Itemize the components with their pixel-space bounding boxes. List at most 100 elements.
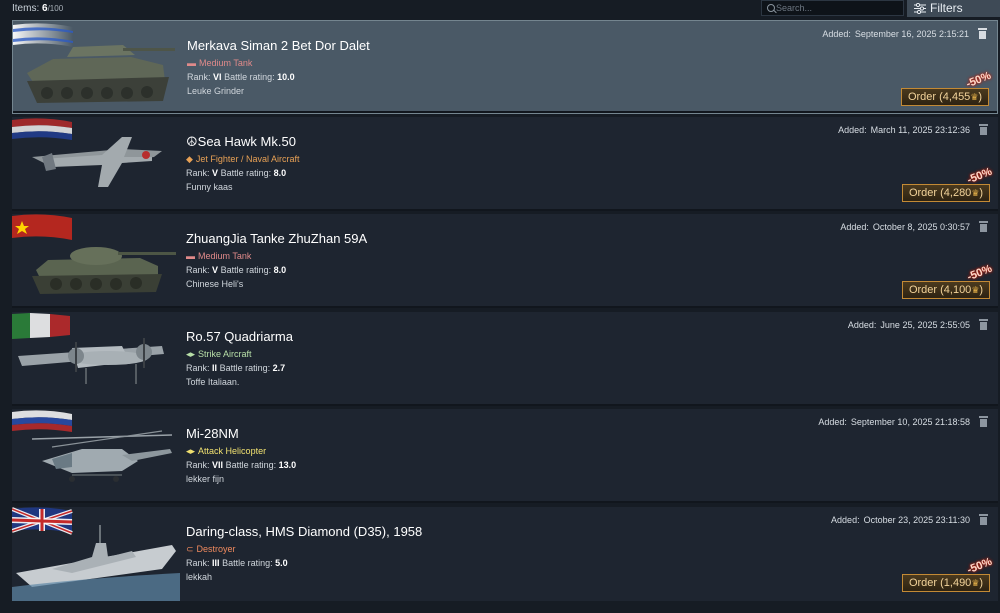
vehicle-thumbnail bbox=[12, 312, 180, 406]
rank-label: Rank: bbox=[186, 460, 210, 470]
rank-label: Rank: bbox=[186, 558, 210, 568]
rank-label: Rank: bbox=[186, 265, 210, 275]
vehicle-note: lekker fijn bbox=[186, 474, 225, 484]
rank-line: Rank: VII Battle rating: 13.0 bbox=[186, 460, 296, 470]
vehicle-note: Funny kaas bbox=[186, 182, 233, 192]
row-divider bbox=[12, 306, 998, 308]
wishlist-row[interactable]: Daring-class, HMS Diamond (D35), 1958 ⊂ D… bbox=[12, 507, 998, 601]
items-counter: Items: 6/100 bbox=[12, 3, 63, 14]
trash-icon[interactable] bbox=[979, 319, 988, 330]
added-label: Added: bbox=[822, 29, 851, 39]
added-label: Added: bbox=[818, 417, 847, 427]
vehicle-type: ▬ Medium Tank bbox=[187, 58, 252, 68]
helicopter-icon: ◂▸ bbox=[186, 446, 196, 456]
italy-flag-plane-image bbox=[12, 313, 164, 384]
added-value: September 10, 2025 21:18:58 bbox=[850, 417, 970, 427]
rank-value: VI bbox=[213, 72, 222, 82]
order-suffix: ) bbox=[979, 187, 984, 199]
added-value: September 16, 2025 2:15:21 bbox=[854, 29, 969, 39]
destroyer-icon: ⊂ bbox=[186, 544, 194, 554]
added-date: Added: March 11, 2025 23:12:36 bbox=[838, 125, 970, 135]
vehicle-type-label: Strike Aircraft bbox=[198, 349, 252, 359]
br-label: Battle rating: bbox=[219, 363, 271, 373]
vehicle-title: Merkava Siman 2 Bet Dor Dalet bbox=[187, 38, 370, 53]
vehicle-title: Daring-class, HMS Diamond (D35), 1958 bbox=[186, 524, 423, 539]
br-label: Battle rating: bbox=[220, 265, 272, 275]
rank-value: V bbox=[212, 265, 219, 275]
vehicle-type-label: Medium Tank bbox=[199, 58, 253, 68]
trash-icon[interactable] bbox=[978, 28, 987, 39]
wishlist-row[interactable]: Merkava Siman 2 Bet Dor Dalet ▬ Medium Ta… bbox=[12, 20, 998, 114]
order-label: Order (4,280 bbox=[908, 187, 972, 199]
br-value: 2.7 bbox=[272, 363, 286, 373]
row-divider bbox=[12, 501, 998, 503]
row-divider bbox=[12, 404, 998, 406]
wishlist-row[interactable]: ☮Sea Hawk Mk.50 ◆ Jet Fighter / Naval Air… bbox=[12, 117, 998, 211]
vehicle-type-label: Attack Helicopter bbox=[198, 446, 267, 456]
filters-label: Filters bbox=[930, 1, 963, 15]
row-divider bbox=[13, 111, 997, 113]
br-value: 10.0 bbox=[277, 72, 295, 82]
br-value: 8.0 bbox=[273, 168, 287, 178]
rank-value: VII bbox=[212, 460, 224, 470]
rank-line: Rank: III Battle rating: 5.0 bbox=[186, 558, 288, 568]
strike-aircraft-icon: ◂▸ bbox=[186, 349, 196, 359]
rank-line: Rank: VI Battle rating: 10.0 bbox=[187, 72, 295, 82]
rank-line: Rank: V Battle rating: 8.0 bbox=[186, 168, 286, 178]
israel-flag-tank-image bbox=[13, 23, 175, 103]
order-button[interactable]: Order (4,280♛) bbox=[902, 184, 990, 202]
vehicle-type: ◆ Jet Fighter / Naval Aircraft bbox=[186, 154, 299, 165]
added-value: October 23, 2025 23:11:30 bbox=[863, 515, 970, 525]
wishlist-row[interactable]: Mi-28NM ◂▸ Attack Helicopter Rank: VII Ba… bbox=[12, 409, 998, 503]
vehicle-type: ◂▸ Strike Aircraft bbox=[186, 349, 252, 360]
vehicle-thumbnail bbox=[12, 214, 180, 308]
order-label: Order (1,490 bbox=[908, 577, 972, 589]
vehicle-note: Chinese Heli's bbox=[186, 279, 244, 289]
br-label: Battle rating: bbox=[222, 558, 273, 568]
added-label: Added: bbox=[840, 222, 869, 232]
search-box[interactable] bbox=[761, 0, 904, 16]
added-value: March 11, 2025 23:12:36 bbox=[870, 125, 970, 135]
vehicle-title: ZhuangJia Tanke ZhuZhan 59A bbox=[186, 231, 368, 246]
order-label: Order (4,455 bbox=[907, 91, 971, 103]
trash-icon[interactable] bbox=[979, 416, 988, 427]
fighter-icon: ◆ bbox=[186, 154, 193, 164]
vehicle-type-label: Medium Tank bbox=[198, 251, 252, 261]
added-label: Added: bbox=[831, 515, 860, 525]
added-date: Added: September 16, 2025 2:15:21 bbox=[822, 29, 969, 39]
vehicle-type-label: Jet Fighter / Naval Aircraft bbox=[195, 154, 300, 164]
trash-icon[interactable] bbox=[979, 514, 988, 525]
search-input[interactable] bbox=[776, 2, 896, 14]
added-label: Added: bbox=[838, 125, 867, 135]
order-suffix: ) bbox=[979, 284, 984, 296]
wishlist-row[interactable]: ZhuangJia Tanke ZhuZhan 59A ▬ Medium Tank… bbox=[12, 214, 998, 308]
russia-flag-helicopter-image bbox=[12, 410, 173, 482]
br-label: Battle rating: bbox=[225, 460, 277, 470]
added-date: Added: October 23, 2025 23:11:30 bbox=[831, 515, 970, 525]
china-flag-tank-image bbox=[12, 214, 176, 294]
added-label: Added: bbox=[847, 320, 877, 330]
wishlist-row[interactable]: Ro.57 Quadriarma ◂▸ Strike Aircraft Rank:… bbox=[12, 312, 998, 406]
order-button[interactable]: Order (4,100♛) bbox=[902, 281, 990, 299]
vehicle-thumbnail bbox=[12, 409, 180, 503]
trash-icon[interactable] bbox=[979, 124, 988, 135]
vehicle-title: ☮Sea Hawk Mk.50 bbox=[186, 134, 296, 150]
row-divider bbox=[12, 209, 998, 211]
vehicle-title: Mi-28NM bbox=[186, 426, 239, 441]
vehicle-type: ◂▸ Attack Helicopter bbox=[186, 446, 266, 457]
rank-label: Rank: bbox=[186, 363, 210, 373]
tank-icon: ▬ bbox=[186, 251, 195, 261]
vehicle-thumbnail bbox=[12, 117, 180, 211]
trash-icon[interactable] bbox=[979, 221, 988, 232]
rank-value: III bbox=[212, 558, 220, 568]
added-date: Added: September 10, 2025 21:18:58 bbox=[818, 417, 970, 427]
order-suffix: ) bbox=[979, 577, 984, 589]
br-value: 13.0 bbox=[278, 460, 297, 470]
vehicle-thumbnail bbox=[13, 21, 181, 115]
br-value: 5.0 bbox=[275, 558, 288, 568]
order-button[interactable]: Order (4,455♛) bbox=[901, 88, 989, 106]
top-bar: Items: 6/100 Filters bbox=[0, 0, 1000, 18]
order-button[interactable]: Order (1,490♛) bbox=[902, 574, 990, 592]
filters-button[interactable]: Filters bbox=[907, 0, 1000, 17]
vehicle-note: Toffe Italiaan. bbox=[186, 377, 240, 387]
